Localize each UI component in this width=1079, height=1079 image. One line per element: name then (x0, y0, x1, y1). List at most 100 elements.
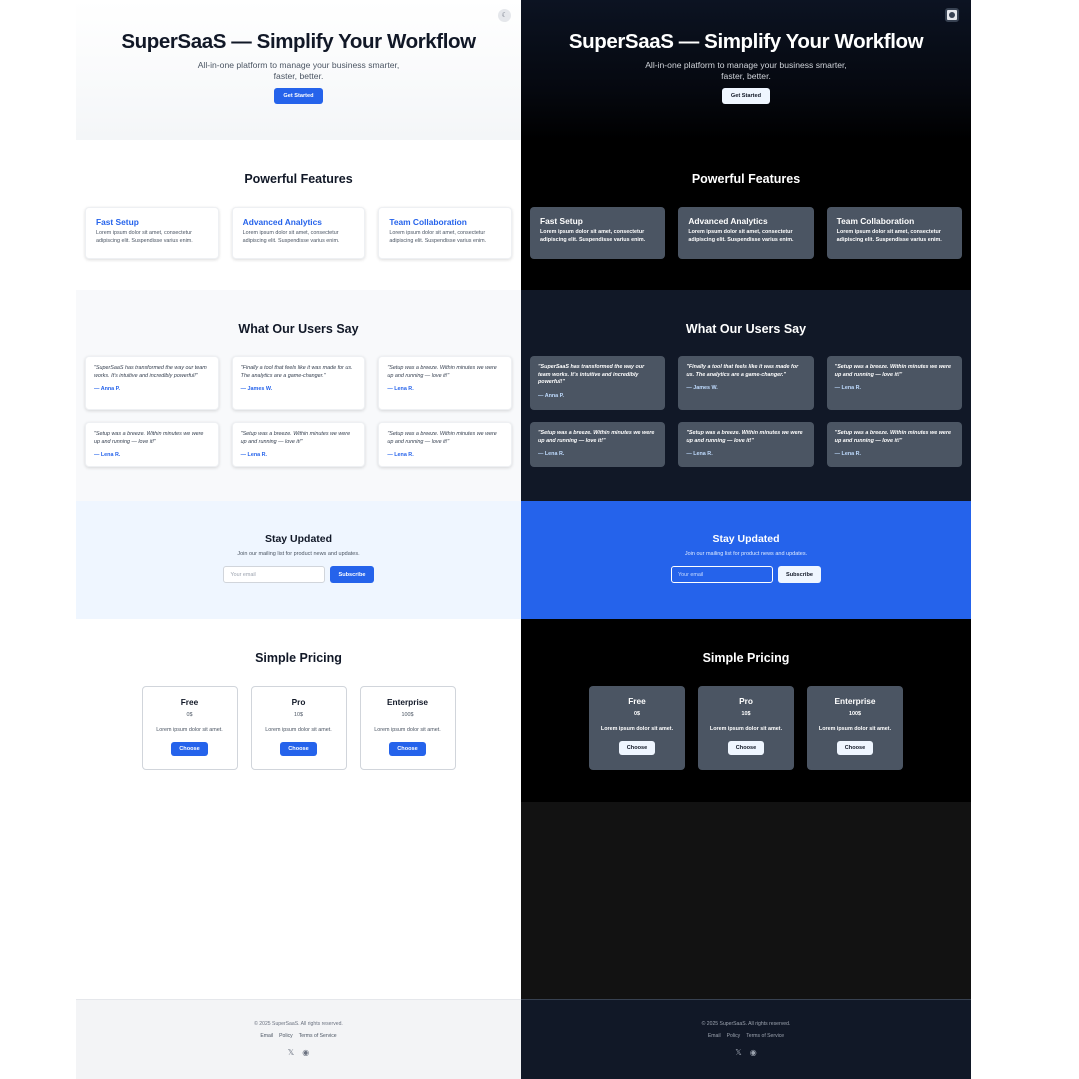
testimonial-card: "Setup was a breeze. Within minutes we w… (826, 422, 962, 467)
testimonial-quote: "SuperSaaS has transformed the way our t… (538, 364, 645, 385)
testimonials-row: "SuperSaaS has transformed the way our t… (76, 356, 521, 410)
plan-price: 10$ (741, 711, 751, 717)
social-links: 𝕏 ◉ (521, 1049, 971, 1057)
plan-description: Lorem ipsum dolor sit amet. (374, 727, 441, 733)
features-row: Fast Setup Lorem ipsum dolor sit amet, c… (521, 207, 971, 259)
pricing-title: Simple Pricing (702, 651, 790, 665)
subscribe-button[interactable]: Subscribe (330, 566, 374, 583)
testimonial-author: — Anna P. (538, 392, 565, 399)
social-links: 𝕏 ◉ (76, 1049, 521, 1057)
testimonial-author: — Lena R. (387, 452, 414, 458)
theme-toggle-button[interactable]: ☾ (498, 9, 511, 22)
hero-section: ☾ SuperSaaS — Simplify Your Workflow All… (76, 0, 521, 140)
x-icon[interactable]: 𝕏 (735, 1049, 741, 1057)
pricing-card: Free 0$ Lorem ipsum dolor sit amet. Choo… (589, 686, 685, 770)
pricing-section: Simple Pricing Free 0$ Lorem ipsum dolor… (521, 619, 971, 802)
pricing-card: Enterprise 100$ Lorem ipsum dolor sit am… (807, 686, 903, 770)
testimonial-quote: "Setup was a breeze. Within minutes we w… (686, 430, 803, 444)
feature-card: Team Collaboration Lorem ipsum dolor sit… (378, 207, 513, 259)
features-row: Fast Setup Lorem ipsum dolor sit amet, c… (76, 207, 521, 259)
testimonial-author: — Lena R. (538, 451, 565, 457)
get-started-button[interactable]: Get Started (274, 88, 323, 104)
dark-theme-panel: SuperSaaS — Simplify Your Workflow All-i… (521, 0, 971, 1079)
newsletter-form: Subscribe (76, 566, 521, 583)
features-section: Powerful Features Fast Setup Lorem ipsum… (76, 140, 521, 290)
choose-plan-button[interactable]: Choose (618, 741, 656, 755)
features-title: Powerful Features (244, 172, 353, 186)
testimonial-quote: "Setup was a breeze. Within minutes we w… (240, 431, 351, 445)
testimonial-quote: "Finally a tool that feels like it was m… (240, 365, 353, 379)
hero-subtitle: All-in-one platform to manage your busin… (645, 60, 847, 81)
choose-plan-button[interactable]: Choose (171, 742, 208, 756)
email-input[interactable] (223, 566, 326, 583)
hero-section: SuperSaaS — Simplify Your Workflow All-i… (521, 0, 971, 140)
feature-text: Lorem ipsum dolor sit amet, consectetur … (688, 229, 794, 243)
newsletter-section: Stay Updated Join our mailing list for p… (521, 501, 971, 619)
pricing-section: Simple Pricing Free 0$ Lorem ipsum dolor… (76, 619, 521, 802)
pricing-card: Pro 10$ Lorem ipsum dolor sit amet. Choo… (250, 686, 347, 770)
footer-link-terms[interactable]: Terms of Service (746, 1033, 784, 1039)
testimonial-card: "SuperSaaS has transformed the way our t… (85, 356, 219, 410)
footer-link-policy[interactable]: Policy (727, 1033, 741, 1039)
feature-text: Lorem ipsum dolor sit amet, consectetur … (540, 229, 646, 243)
testimonial-card: "Setup was a breeze. Within minutes we w… (378, 356, 513, 410)
footer-link-email[interactable]: Email (708, 1033, 721, 1039)
plan-description: Lorem ipsum dolor sit amet. (709, 726, 783, 732)
footer: © 2025 SuperSaaS. All rights reserved. E… (521, 999, 971, 1079)
feature-text: Lorem ipsum dolor sit amet, consectetur … (96, 230, 193, 244)
hero-subtitle: All-in-one platform to manage your busin… (197, 60, 400, 81)
copyright-text: © 2025 SuperSaaS. All rights reserved. (254, 1021, 343, 1027)
testimonial-author: — Lena R. (686, 451, 713, 457)
feature-text: Lorem ipsum dolor sit amet, consectetur … (836, 229, 942, 243)
pricing-title: Simple Pricing (255, 651, 342, 665)
footer-link-terms[interactable]: Terms of Service (299, 1033, 337, 1039)
feature-card: Fast Setup Lorem ipsum dolor sit amet, c… (530, 207, 666, 259)
feature-title: Advanced Analytics (688, 216, 768, 226)
get-started-button[interactable]: Get Started (721, 88, 771, 104)
github-icon[interactable]: ◉ (302, 1049, 309, 1057)
testimonial-quote: "SuperSaaS has transformed the way our t… (94, 365, 207, 379)
pricing-row: Free 0$ Lorem ipsum dolor sit amet. Choo… (521, 686, 971, 770)
email-input[interactable] (670, 566, 773, 583)
feature-title: Fast Setup (96, 217, 139, 227)
features-section: Powerful Features Fast Setup Lorem ipsum… (521, 140, 971, 290)
newsletter-text: Join our mailing list for product news a… (237, 551, 360, 557)
choose-plan-button[interactable]: Choose (727, 741, 765, 755)
plan-name: Free (628, 696, 646, 706)
plan-price: 0$ (634, 711, 640, 717)
plan-name: Free (180, 697, 199, 707)
feature-title: Team Collaboration (836, 216, 915, 226)
testimonial-card: "Setup was a breeze. Within minutes we w… (678, 422, 814, 467)
pricing-card: Free 0$ Lorem ipsum dolor sit amet. Choo… (141, 686, 238, 770)
testimonials-section: What Our Users Say "SuperSaaS has transf… (76, 290, 521, 501)
footer-link-email[interactable]: Email (260, 1033, 273, 1039)
x-icon[interactable]: 𝕏 (288, 1049, 294, 1057)
testimonial-card: "Setup was a breeze. Within minutes we w… (231, 422, 366, 467)
moon-icon: ☾ (501, 12, 508, 19)
testimonial-card: "Setup was a breeze. Within minutes we w… (826, 356, 962, 410)
testimonials-title: What Our Users Say (238, 322, 359, 336)
choose-plan-button[interactable]: Choose (280, 742, 317, 756)
newsletter-title: Stay Updated (712, 533, 780, 545)
testimonial-card: "Setup was a breeze. Within minutes we w… (530, 422, 666, 467)
subscribe-button[interactable]: Subscribe (777, 566, 822, 583)
testimonials-section: What Our Users Say "SuperSaaS has transf… (521, 290, 971, 501)
feature-title: Fast Setup (540, 216, 583, 226)
theme-toggle-button[interactable] (945, 8, 959, 22)
theme-comparison: ☾ SuperSaaS — Simplify Your Workflow All… (76, 0, 971, 1079)
plan-name: Enterprise (834, 696, 876, 706)
feature-card: Team Collaboration Lorem ipsum dolor sit… (826, 207, 962, 259)
choose-plan-button[interactable]: Choose (389, 742, 426, 756)
testimonial-author: — Lena R. (240, 452, 268, 458)
features-title: Powerful Features (691, 172, 801, 186)
footer: © 2025 SuperSaaS. All rights reserved. E… (76, 999, 521, 1079)
footer-link-policy[interactable]: Policy (279, 1033, 293, 1039)
plan-price: 0$ (186, 712, 193, 718)
github-icon[interactable]: ◉ (750, 1049, 757, 1057)
plan-price: 100$ (849, 711, 861, 717)
plan-description: Lorem ipsum dolor sit amet. (265, 727, 332, 733)
plan-price: 100$ (401, 712, 414, 718)
choose-plan-button[interactable]: Choose (836, 741, 874, 755)
feature-card: Advanced Analytics Lorem ipsum dolor sit… (678, 207, 814, 259)
hero-title: SuperSaaS — Simplify Your Workflow (121, 30, 476, 53)
